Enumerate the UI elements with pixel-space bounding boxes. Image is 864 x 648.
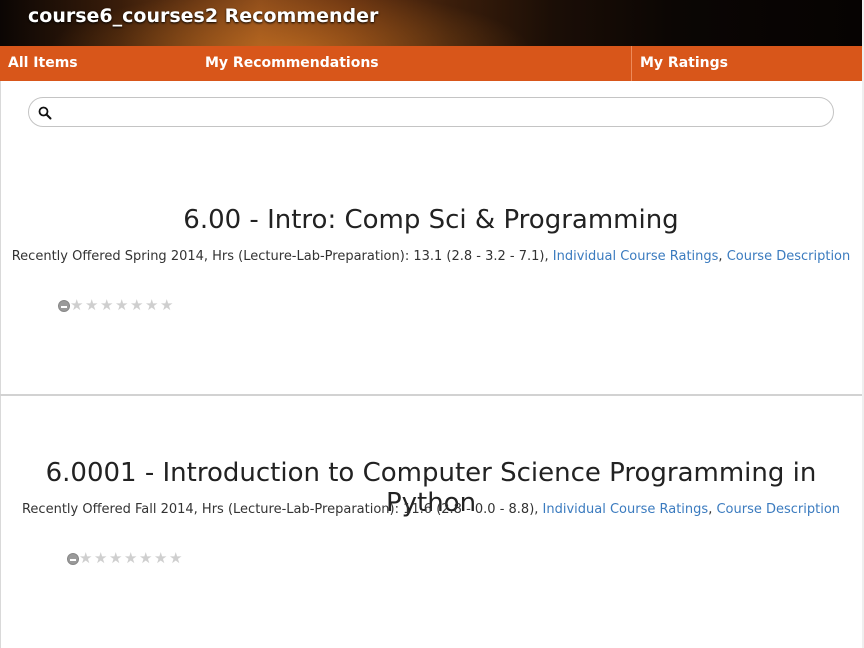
star-icon[interactable]: ★: [145, 298, 158, 313]
star-icon[interactable]: ★: [100, 298, 113, 313]
app-title: course6_courses2 Recommender: [28, 5, 379, 27]
star-icon[interactable]: ★: [115, 298, 128, 313]
individual-course-ratings-link[interactable]: Individual Course Ratings: [553, 249, 719, 264]
nav-divider: [631, 46, 632, 81]
search-icon[interactable]: [38, 106, 52, 120]
course-description-link[interactable]: Course Description: [727, 249, 851, 264]
nav-my-ratings[interactable]: My Ratings: [640, 46, 728, 81]
clear-rating-icon[interactable]: [58, 300, 70, 312]
clear-rating-icon[interactable]: [67, 553, 79, 565]
star-icon[interactable]: ★: [85, 298, 98, 313]
individual-course-ratings-link[interactable]: Individual Course Ratings: [543, 502, 709, 517]
course-meta-text: Recently Offered Spring 2014, Hrs (Lectu…: [11, 249, 553, 264]
star-icon[interactable]: ★: [154, 551, 167, 566]
star-icon[interactable]: ★: [109, 551, 122, 566]
search-input[interactable]: [61, 102, 825, 124]
course-divider: [0, 394, 862, 396]
course-meta-text: Recently Offered Fall 2014, Hrs (Lecture…: [21, 502, 543, 517]
nav-bar: All Items My Recommendations My Ratings: [0, 46, 864, 81]
star-icon[interactable]: ★: [94, 551, 107, 566]
course-info: Recently Offered Spring 2014, Hrs (Lectu…: [0, 249, 862, 264]
nav-all-items[interactable]: All Items: [8, 46, 78, 81]
star-icon[interactable]: ★: [70, 298, 83, 313]
course-description-link[interactable]: Course Description: [716, 502, 840, 517]
star-icon[interactable]: ★: [124, 551, 137, 566]
content-border-left: [0, 81, 1, 648]
star-icon[interactable]: ★: [169, 551, 182, 566]
nav-my-recommendations[interactable]: My Recommendations: [205, 46, 379, 81]
star-icon[interactable]: ★: [79, 551, 92, 566]
course-info: Recently Offered Fall 2014, Hrs (Lecture…: [0, 502, 862, 517]
star-icon[interactable]: ★: [160, 298, 173, 313]
course-title: 6.00 - Intro: Comp Sci & Programming: [183, 205, 679, 235]
star-icon[interactable]: ★: [139, 551, 152, 566]
search-bar[interactable]: [28, 97, 834, 127]
app-header: course6_courses2 Recommender: [0, 0, 864, 46]
link-separator: ,: [718, 249, 727, 264]
star-icon[interactable]: ★: [130, 298, 143, 313]
